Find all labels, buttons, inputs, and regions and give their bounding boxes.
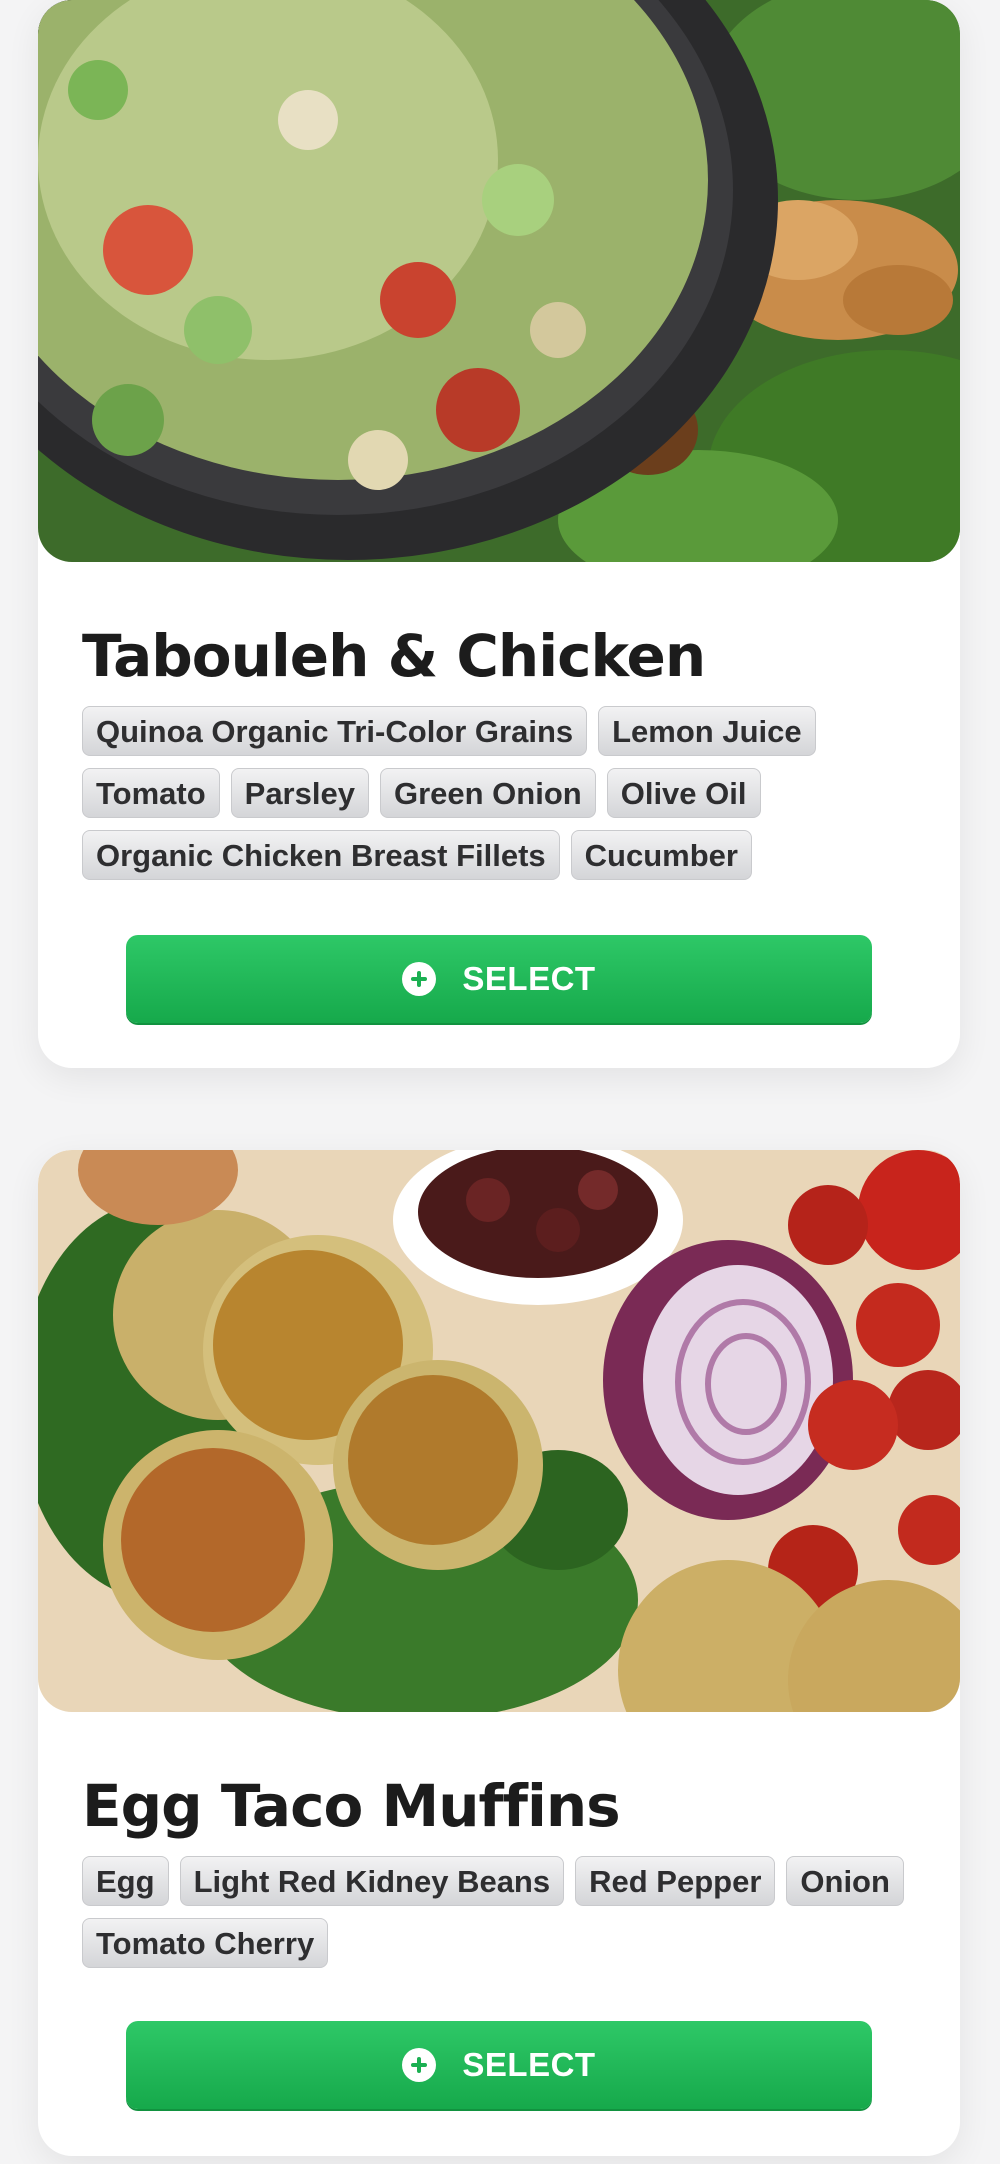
plus-circle-icon [402,962,437,996]
meal-title: Egg Taco Muffins [82,1772,621,1840]
select-meal-button[interactable]: SELECT [126,935,872,1023]
ingredient-list: Quinoa Organic Tri-Color Grains Lemon Ju… [82,706,916,880]
ingredient-tag: Tomato Cherry [82,1918,329,1968]
ingredient-tag: Red Pepper [575,1856,776,1906]
meal-card: Tabouleh & Chicken Quinoa Organic Tri-Co… [38,0,960,1068]
meal-list: Tabouleh & Chicken Quinoa Organic Tri-Co… [0,0,1000,2164]
ingredient-tag: Light Red Kidney Beans [179,1856,565,1906]
egg-taco-muffins-photo [38,1150,960,1712]
plus-circle-icon [402,2048,437,2082]
select-meal-button[interactable]: SELECT [126,2021,872,2109]
ingredient-tag: Onion [786,1856,904,1906]
ingredient-tag: Parsley [230,768,369,818]
ingredient-tag: Quinoa Organic Tri-Color Grains [82,706,588,756]
meal-photo [38,0,960,562]
ingredient-list: Egg Light Red Kidney Beans Red Pepper On… [82,1856,916,1968]
ingredient-tag: Tomato [82,768,220,818]
meal-card: Egg Taco Muffins Egg Light Red Kidney Be… [38,1150,960,2156]
meal-photo [38,1150,960,1712]
ingredient-tag: Egg [82,1856,169,1906]
select-button-label: SELECT [462,2046,596,2083]
select-button-label: SELECT [462,960,596,997]
ingredient-tag: Cucumber [570,830,752,880]
ingredient-tag: Organic Chicken Breast Fillets [82,830,560,880]
ingredient-tag: Green Onion [379,768,596,818]
ingredient-tag: Olive Oil [606,768,761,818]
ingredient-tag: Lemon Juice [598,706,816,756]
tabouleh-chicken-photo [38,0,960,562]
meal-title: Tabouleh & Chicken [82,622,706,690]
